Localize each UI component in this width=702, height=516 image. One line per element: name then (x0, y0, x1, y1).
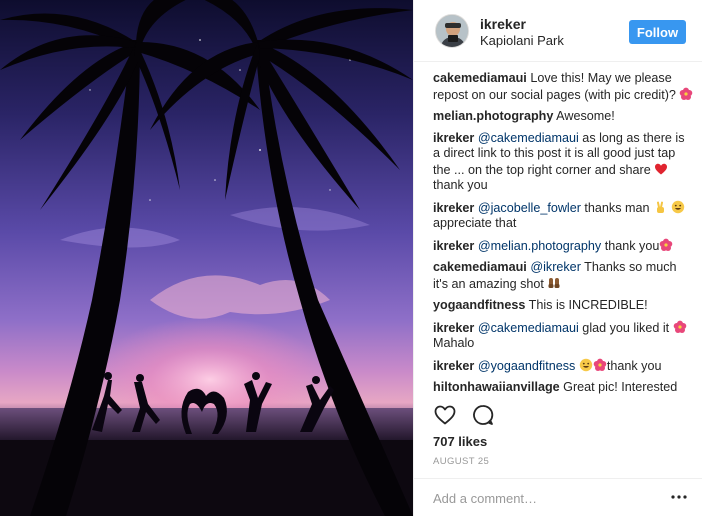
comment-username[interactable]: yogaandfitness (433, 298, 525, 312)
comment-text: Great pic! Interested (563, 380, 678, 394)
victory-emoji-icon (653, 200, 667, 214)
heart-emoji-icon (654, 162, 668, 176)
comment-item: cakemediamaui Love this! May we please r… (433, 71, 695, 103)
comment-item: melian.photography Awesome! (433, 109, 695, 125)
hibiscus-emoji-icon (679, 87, 693, 101)
comment-text: thank you (601, 238, 660, 253)
comment-username[interactable]: ikreker (433, 201, 474, 215)
post-details-panel: ikreker Kapiolani Park Follow cakemediam… (413, 0, 702, 516)
comment-item: ikreker @cakemediamaui as long as there … (433, 131, 695, 194)
comment-text: glad you liked it (578, 320, 673, 335)
comment-text: thanks man (580, 200, 654, 215)
comment-mention-link[interactable]: @cakemediamaui (478, 131, 579, 145)
heart-outline-icon[interactable] (433, 403, 457, 427)
ellipsis-icon[interactable] (669, 489, 689, 505)
comment-text: Awesome! (556, 109, 615, 123)
post-author-username[interactable]: ikreker (480, 16, 526, 32)
comment-username[interactable]: cakemediamaui (433, 71, 527, 85)
praise-emoji-icon (547, 276, 561, 290)
speech-bubble-icon[interactable] (471, 403, 495, 427)
comment-username[interactable]: ikreker (433, 239, 474, 253)
comment-text: thank you (433, 178, 488, 192)
comment-text: thank you (606, 358, 662, 373)
comment-mention-link[interactable]: @melian.photography (478, 239, 601, 253)
comment-item: cakemediamaui @ikreker Thanks so much it… (433, 260, 695, 292)
post-header: ikreker Kapiolani Park Follow (414, 0, 702, 62)
comment-item: ikreker @yogaandfitness thank you (433, 358, 695, 375)
smile-emoji-icon (671, 200, 685, 214)
post-image (0, 0, 413, 516)
add-comment-input[interactable] (433, 488, 653, 508)
comment-mention-link[interactable]: @jacobelle_fowler (478, 201, 581, 215)
comment-mention-link[interactable]: @ikreker (530, 260, 581, 274)
comment-mention-link[interactable]: @cakemediamaui (478, 321, 579, 335)
comment-username[interactable]: melian.photography (433, 109, 553, 123)
comment-username[interactable]: hiltonhawaiianvillage (433, 380, 560, 394)
comment-item: ikreker @jacobelle_fowler thanks man app… (433, 200, 695, 232)
comment-item: ikreker @cakemediamaui glad you liked it… (433, 320, 695, 352)
comment-username[interactable]: ikreker (433, 359, 474, 373)
avatar-image (436, 15, 468, 47)
post-photo[interactable] (0, 0, 413, 516)
comment-username[interactable]: ikreker (433, 131, 474, 145)
comment-text: appreciate that (433, 216, 517, 230)
comment-item: ikreker @melian.photography thank you (433, 238, 695, 255)
hibiscus-emoji-icon (673, 320, 687, 334)
post-date: AUGUST 25 (433, 456, 490, 467)
follow-button[interactable]: Follow (629, 20, 686, 44)
post-location[interactable]: Kapiolani Park (480, 33, 564, 48)
avatar[interactable] (435, 14, 469, 48)
comment-item: yogaandfitness This is INCREDIBLE! (433, 298, 695, 314)
comments-list[interactable]: cakemediamaui Love this! May we please r… (433, 71, 695, 397)
smile-emoji-icon (579, 358, 593, 372)
comment-mention-link[interactable]: @yogaandfitness (478, 359, 576, 373)
post-viewer: ikreker Kapiolani Park Follow cakemediam… (0, 0, 702, 516)
hibiscus-emoji-icon (593, 358, 607, 372)
add-comment-bar (414, 478, 702, 516)
likes-count[interactable]: 707 likes (433, 434, 487, 449)
comment-text: This is INCREDIBLE! (528, 298, 648, 312)
hibiscus-emoji-icon (659, 238, 673, 252)
comment-text: Mahalo (433, 336, 475, 350)
comment-item: hiltonhawaiianvillage Great pic! Interes… (433, 380, 695, 396)
comment-username[interactable]: ikreker (433, 321, 474, 335)
comment-username[interactable]: cakemediamaui (433, 260, 527, 274)
post-actions (433, 403, 513, 431)
